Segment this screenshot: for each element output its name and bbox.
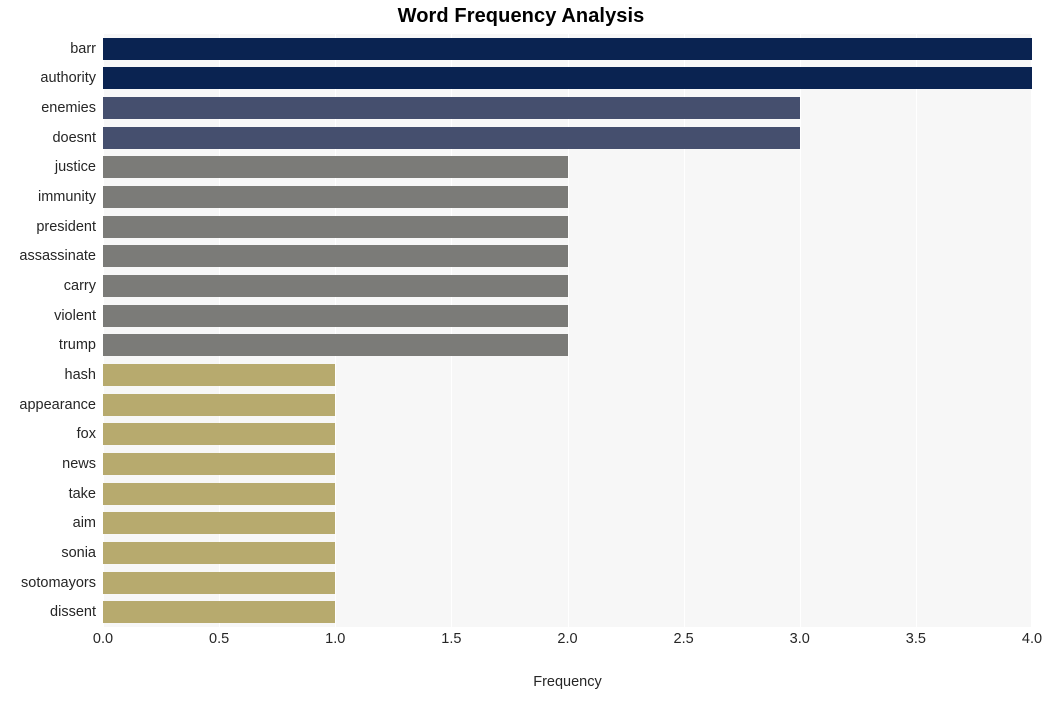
x-axis-title: Frequency [533,674,602,690]
bar[interactable] [103,67,1032,90]
bar[interactable] [103,304,568,327]
y-axis-tick-label: violent [54,307,96,324]
y-axis-tick-label: assassinate [19,248,96,265]
x-axis-tick-labels: 0.0 0.5 1.0 1.5 2.0 2.5 3.0 3.5 4.0 [93,631,1042,655]
bar[interactable] [103,215,568,238]
x-axis-tick-label: 2.0 [557,631,578,647]
x-axis-tick-label: 3.0 [789,631,810,647]
y-axis-tick-label: dissent [50,604,96,621]
y-axis-tick-label: authority [40,70,96,87]
y-axis-tick-label: take [68,485,96,502]
bar[interactable] [103,245,568,268]
y-axis-tick-label: fox [76,426,96,443]
y-axis-tick-label: appearance [19,396,96,413]
y-axis-tick-label: barr [70,40,96,57]
bar[interactable] [103,156,568,179]
y-axis-tick-label: aim [72,515,96,532]
bars-layer [103,34,1032,627]
y-axis-tick-labels: barr authority enemies doesnt justice immunit… [0,34,96,627]
y-axis-tick-label: news [62,455,96,472]
bar[interactable] [103,37,1032,60]
y-axis-tick-label: justice [54,159,96,176]
bar[interactable] [103,571,336,594]
bar[interactable] [103,186,568,209]
bar[interactable] [103,97,800,120]
bar[interactable] [103,334,568,357]
y-axis-tick-label: president [36,218,96,235]
y-axis-tick-label: trump [58,337,96,354]
y-axis-tick-label: enemies [41,100,96,117]
chart-figure: Word Frequency Analysis barr authority ene… [0,0,1042,701]
bar[interactable] [103,275,568,298]
y-axis-tick-label: doesnt [52,129,96,146]
bar[interactable] [103,482,336,505]
bar[interactable] [103,512,336,535]
x-axis-tick-label: 0.0 [92,631,114,647]
bar[interactable] [103,126,800,149]
x-axis-tick-label: 0.5 [209,631,230,647]
bar[interactable] [103,452,336,475]
x-axis-tick-label: 3.5 [905,631,926,647]
y-axis-tick-label: hash [64,366,96,383]
bar[interactable] [103,541,336,564]
plot-area [103,34,1032,627]
x-axis-tick-label: 2.5 [673,631,694,647]
bar[interactable] [103,601,336,624]
y-axis-tick-label: sonia [61,544,96,561]
bar[interactable] [103,423,336,446]
x-axis-tick-label: 1.5 [441,631,462,647]
x-axis-tick-label: 4.0 [1021,631,1042,647]
y-axis-tick-label: sotomayors [21,574,96,591]
x-axis-tick-label: 1.0 [325,631,346,647]
bar[interactable] [103,363,336,386]
y-axis-tick-label: immunity [37,189,96,206]
y-axis-tick-label: carry [63,278,96,295]
chart-title: Word Frequency Analysis [397,5,645,27]
bar[interactable] [103,393,336,416]
